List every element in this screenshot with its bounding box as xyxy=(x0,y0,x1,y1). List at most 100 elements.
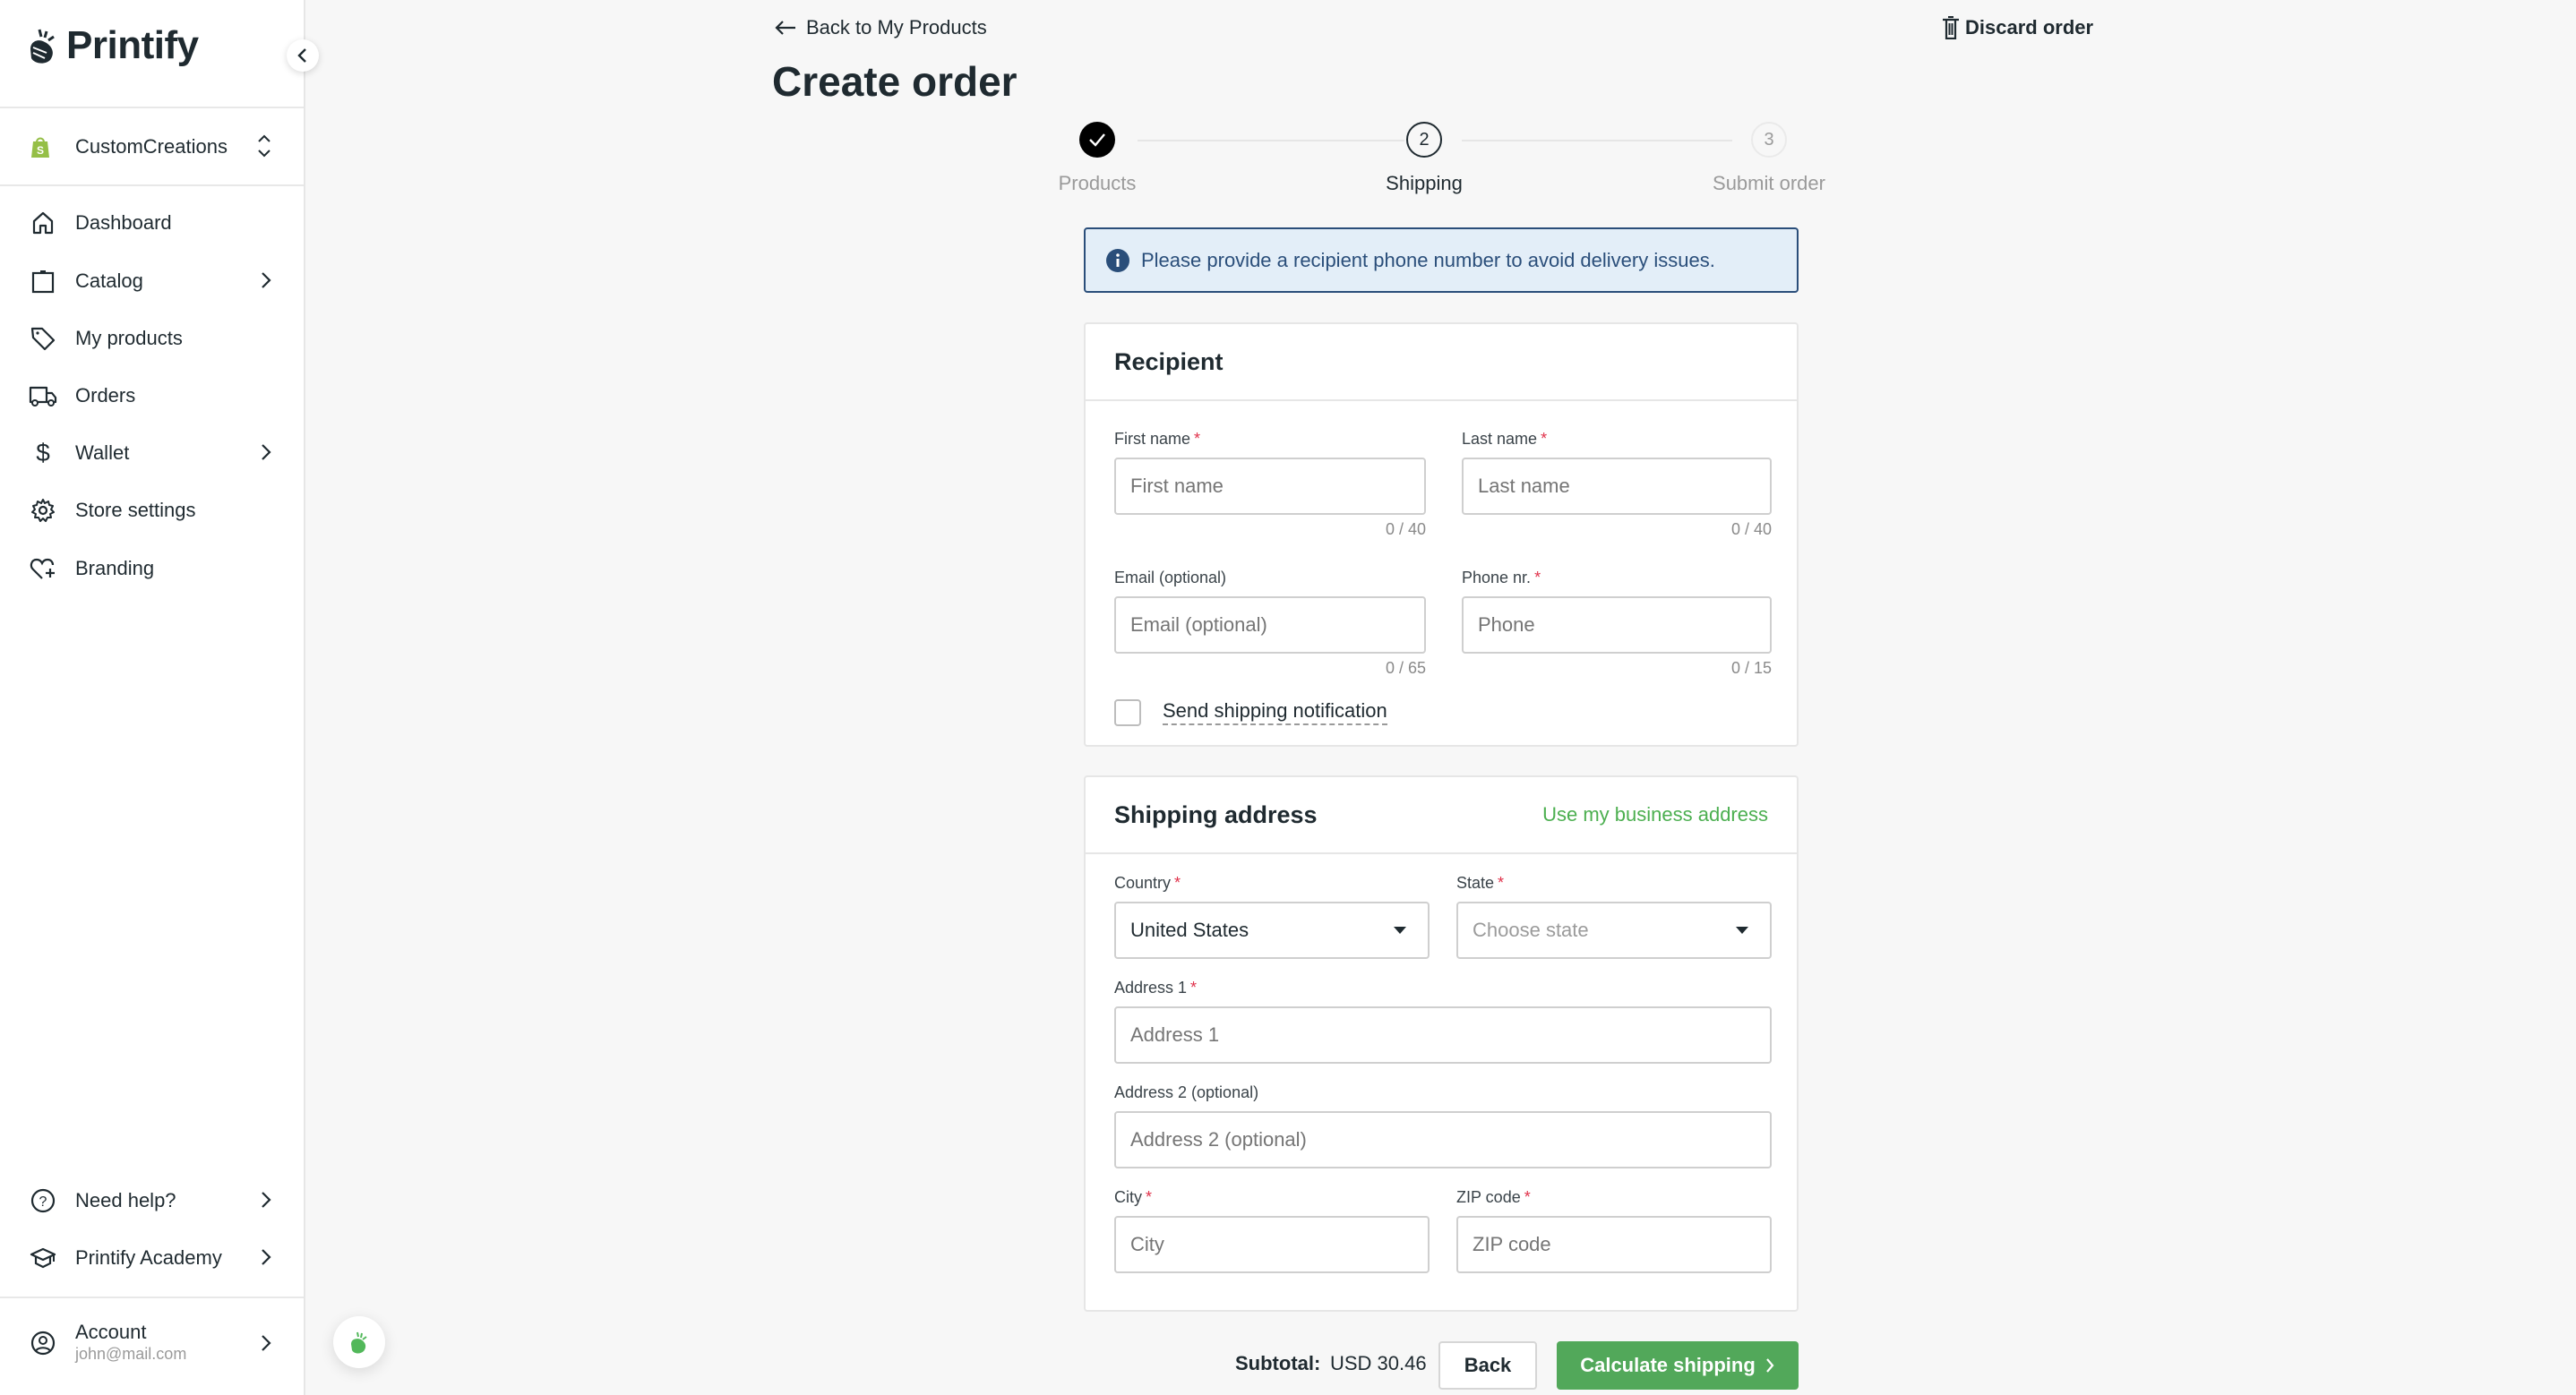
back-button-label: Back xyxy=(1464,1354,1512,1376)
graduation-cap-icon xyxy=(29,1244,57,1272)
step-connector xyxy=(1462,140,1732,141)
sidebar-item-wallet[interactable]: $ Wallet xyxy=(29,431,272,475)
user-circle-icon xyxy=(29,1329,57,1357)
sidebar-item-label: Printify Academy xyxy=(75,1246,222,1269)
state-select[interactable]: Choose state xyxy=(1456,902,1772,959)
info-icon xyxy=(1106,248,1129,272)
last-name-field: Last name* 0 / 40 xyxy=(1462,430,1772,539)
shipping-header: Shipping address Use my business address xyxy=(1086,777,1797,854)
chevron-right-icon xyxy=(262,444,271,460)
use-business-address-link[interactable]: Use my business address xyxy=(1542,803,1768,826)
label-text: First name xyxy=(1114,430,1191,448)
heart-plus-icon xyxy=(29,554,57,583)
chevron-right-icon xyxy=(262,1192,271,1208)
printify-logo[interactable]: Printify xyxy=(27,23,199,68)
sidebar-item-label: Need help? xyxy=(75,1189,176,1211)
required-asterisk: * xyxy=(1174,874,1181,892)
shipping-notification-label[interactable]: Send shipping notification xyxy=(1163,698,1387,725)
sidebar-item-label: Store settings xyxy=(75,499,196,521)
back-button[interactable]: Back xyxy=(1438,1341,1537,1390)
sidebar-item-label: Orders xyxy=(75,384,136,407)
step-submit-circle: 3 xyxy=(1751,122,1787,158)
sidebar-item-printify-academy[interactable]: Printify Academy xyxy=(29,1236,272,1280)
recipient-card: Recipient First name* 0 / 40 Last name* … xyxy=(1084,322,1799,747)
step-number: 2 xyxy=(1419,129,1430,150)
brand-name: Printify xyxy=(66,23,199,67)
collapse-sidebar-button[interactable] xyxy=(287,39,319,72)
email-field: Email (optional) 0 / 65 xyxy=(1114,569,1426,678)
city-input[interactable] xyxy=(1114,1216,1430,1273)
label-text: Phone nr. xyxy=(1462,569,1532,586)
step-submit-label: Submit order xyxy=(1713,172,1825,194)
svg-text:?: ? xyxy=(39,1194,47,1210)
address1-input[interactable] xyxy=(1114,1006,1772,1064)
country-select[interactable]: United States xyxy=(1114,902,1430,959)
sidebar-item-catalog[interactable]: Catalog xyxy=(29,259,272,304)
label-text: City xyxy=(1114,1188,1142,1206)
svg-text:S: S xyxy=(37,144,44,157)
clipboard-icon xyxy=(29,267,57,295)
printify-help-icon xyxy=(351,1331,367,1354)
state-field: State * Choose state xyxy=(1456,874,1772,959)
first-name-label: First name * xyxy=(1114,430,1426,449)
email-input[interactable] xyxy=(1114,596,1426,654)
sidebar-item-my-products[interactable]: My products xyxy=(29,316,272,361)
sidebar-item-label: My products xyxy=(75,327,183,349)
phone-field: Phone nr.* 0 / 15 xyxy=(1462,569,1772,678)
country-value: United States xyxy=(1130,919,1249,941)
required-asterisk: * xyxy=(1541,430,1548,448)
recipient-header: Recipient xyxy=(1086,324,1797,401)
shipping-notification-checkbox[interactable] xyxy=(1114,699,1141,726)
required-asterisk: * xyxy=(1194,430,1201,448)
sidebar-item-orders[interactable]: Orders xyxy=(29,373,272,418)
chevron-right-icon xyxy=(262,1335,271,1351)
phone-input[interactable] xyxy=(1462,596,1772,654)
divider xyxy=(0,107,304,108)
store-selector[interactable]: S CustomCreations xyxy=(30,125,272,168)
calculate-shipping-label: Calculate shipping xyxy=(1580,1354,1756,1376)
label-text: State xyxy=(1456,874,1495,892)
tag-icon xyxy=(29,324,57,353)
zip-label: ZIP code * xyxy=(1456,1188,1772,1207)
calculate-shipping-button[interactable]: Calculate shipping xyxy=(1557,1341,1799,1390)
divider xyxy=(0,1297,304,1298)
subtotal-label: Subtotal: xyxy=(1235,1352,1321,1374)
help-chat-button[interactable] xyxy=(333,1316,385,1368)
dollar-icon: $ xyxy=(36,439,50,466)
shopify-icon: S xyxy=(31,137,49,158)
truck-icon xyxy=(29,381,57,410)
country-field: Country * United States xyxy=(1114,874,1430,959)
discard-order-button[interactable]: Discard order xyxy=(1942,16,2093,39)
arrow-left-icon xyxy=(775,21,795,35)
first-name-input[interactable] xyxy=(1114,458,1426,515)
sidebar-item-need-help[interactable]: ? Need help? xyxy=(29,1178,272,1223)
sidebar-item-branding[interactable]: Branding xyxy=(29,546,272,591)
help-circle-icon: ? xyxy=(29,1186,57,1215)
email-label: Email (optional) xyxy=(1114,569,1227,586)
sidebar: Printify S CustomCreations Dashboard Cat… xyxy=(0,0,305,1395)
back-to-products-link[interactable]: Back to My Products xyxy=(774,16,987,39)
zip-field: ZIP code * xyxy=(1456,1188,1772,1273)
sidebar-item-store-settings[interactable]: Store settings xyxy=(29,488,272,533)
required-asterisk: * xyxy=(1524,1188,1531,1206)
sidebar-item-account[interactable]: Account john@mail.com xyxy=(29,1318,272,1368)
page-title: Create order xyxy=(772,58,1018,105)
step-products-circle xyxy=(1079,122,1115,158)
shipping-title: Shipping address xyxy=(1114,800,1318,828)
address2-input[interactable] xyxy=(1114,1111,1772,1168)
gear-icon xyxy=(29,496,57,525)
step-number: 3 xyxy=(1764,129,1774,150)
zip-input[interactable] xyxy=(1456,1216,1772,1273)
last-name-input[interactable] xyxy=(1462,458,1772,515)
required-asterisk: * xyxy=(1146,1188,1153,1206)
check-icon xyxy=(1089,133,1105,147)
chevron-up-down-icon xyxy=(258,134,270,158)
label-text: Address 1 xyxy=(1114,979,1188,997)
sidebar-item-dashboard[interactable]: Dashboard xyxy=(29,201,272,245)
chevron-right-icon xyxy=(1765,1358,1774,1373)
last-name-label: Last name * xyxy=(1462,430,1772,449)
discard-order-label: Discard order xyxy=(1965,16,2094,39)
printify-logo-icon xyxy=(30,29,55,64)
state-placeholder: Choose state xyxy=(1473,919,1589,941)
step-products-label: Products xyxy=(1058,172,1137,194)
